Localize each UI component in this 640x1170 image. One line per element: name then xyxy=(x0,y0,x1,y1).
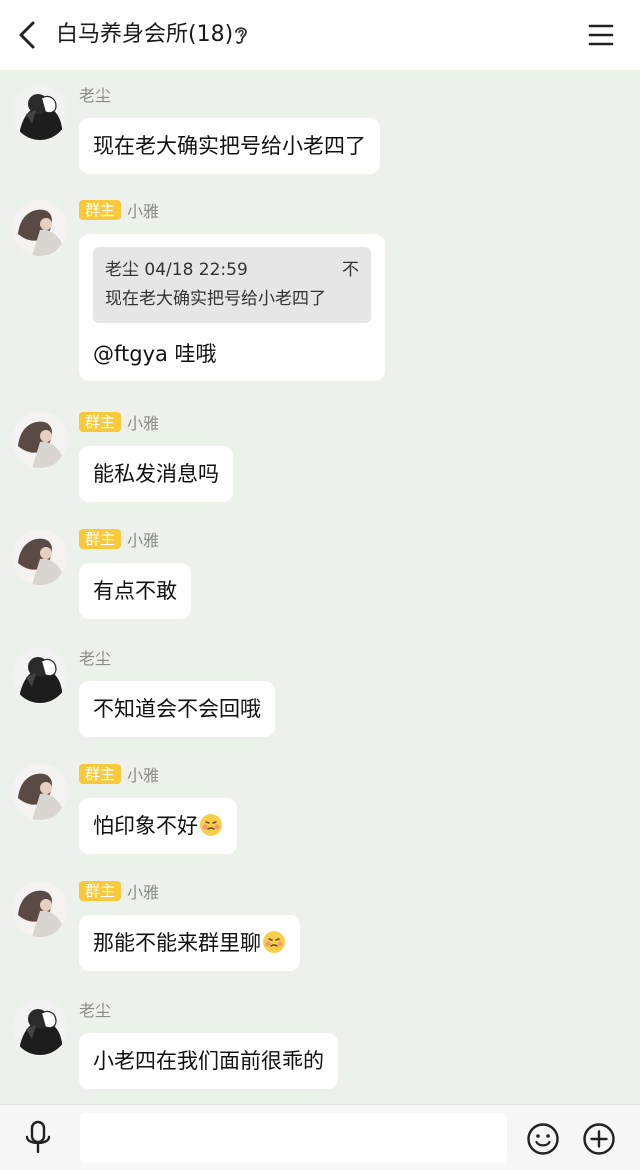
sender-name: 小雅 xyxy=(127,766,160,785)
sender-name: 老尘 xyxy=(79,649,112,668)
message-bubble[interactable]: 能私发消息吗 xyxy=(79,446,233,502)
message-bubble[interactable]: 不知道会不会回哦 xyxy=(79,681,275,737)
owner-badge: 群主 xyxy=(79,529,122,549)
message-bubble[interactable]: 现在老大确实把号给小老四了 xyxy=(79,118,380,174)
avatar[interactable] xyxy=(12,647,68,703)
message-text: 现在老大确实把号给小老四了 xyxy=(93,134,366,158)
message-meta: 群主 小雅 xyxy=(79,527,159,551)
microphone-icon[interactable] xyxy=(22,1119,54,1157)
smiley-icon[interactable] xyxy=(526,1122,560,1156)
shy-face-emoji xyxy=(263,931,285,953)
message-text: 能私发消息吗 xyxy=(93,462,219,486)
avatar[interactable] xyxy=(12,764,68,820)
sender-name: 老尘 xyxy=(79,86,112,105)
message-text: 有点不敢 xyxy=(93,579,177,603)
message-text: 那能不能来群里聊 xyxy=(93,931,261,955)
avatar[interactable] xyxy=(12,999,68,1055)
shy-face-emoji xyxy=(200,814,222,836)
group-title: 白马养身会所(18) xyxy=(56,22,234,47)
avatar[interactable] xyxy=(12,84,68,140)
plus-circle-icon[interactable] xyxy=(582,1122,616,1156)
sender-name: 小雅 xyxy=(127,531,160,550)
owner-badge: 群主 xyxy=(79,881,122,901)
message-text: @ftgya 哇哦 xyxy=(93,342,217,366)
quoted-message[interactable]: 老尘 04/18 22:59 不 现在老大确实把号给小老四了 xyxy=(93,247,371,323)
message-meta: 群主 小雅 xyxy=(79,762,159,786)
sender-name: 小雅 xyxy=(127,414,160,433)
sender-name: 老尘 xyxy=(79,1001,112,1020)
sender-name: 小雅 xyxy=(127,883,160,902)
owner-badge: 群主 xyxy=(79,200,122,220)
ear-icon[interactable] xyxy=(232,24,250,46)
avatar[interactable] xyxy=(12,200,68,256)
input-bar xyxy=(0,1104,640,1170)
chat-header: 白马养身会所(18) xyxy=(0,0,640,70)
message-input[interactable] xyxy=(80,1113,507,1163)
message-bubble[interactable]: 有点不敢 xyxy=(79,563,191,619)
message-bubble[interactable]: 老尘 04/18 22:59 不 现在老大确实把号给小老四了 @ftgya 哇哦 xyxy=(79,234,385,381)
chevron-left-icon[interactable] xyxy=(14,18,44,52)
hamburger-menu-icon[interactable] xyxy=(586,20,616,50)
message-meta: 老尘 xyxy=(79,82,111,106)
message-list[interactable]: 老尘 现在老大确实把号给小老四了 群主 小雅 老尘 04/18 22:59 不 … xyxy=(0,70,640,1104)
message-text: 不知道会不会回哦 xyxy=(93,697,261,721)
quote-header: 老尘 04/18 22:59 xyxy=(105,260,248,280)
avatar[interactable] xyxy=(12,412,68,468)
message-bubble[interactable]: 小老四在我们面前很乖的 xyxy=(79,1033,338,1089)
avatar[interactable] xyxy=(12,881,68,937)
message-meta: 老尘 xyxy=(79,645,111,669)
message-bubble[interactable]: 那能不能来群里聊 xyxy=(79,915,300,971)
message-text: 怕印象不好 xyxy=(93,814,198,838)
message-text: 小老四在我们面前很乖的 xyxy=(93,1049,324,1073)
message-meta: 群主 小雅 xyxy=(79,198,159,222)
message-bubble[interactable]: 怕印象不好 xyxy=(79,798,237,854)
message-meta: 老尘 xyxy=(79,997,111,1021)
owner-badge: 群主 xyxy=(79,764,122,784)
message-meta: 群主 小雅 xyxy=(79,879,159,903)
owner-badge: 群主 xyxy=(79,412,122,432)
quote-marker: 不 xyxy=(342,260,359,280)
message-meta: 群主 小雅 xyxy=(79,410,159,434)
quote-body: 现在老大确实把号给小老四了 xyxy=(105,289,326,309)
sender-name: 小雅 xyxy=(127,202,160,221)
avatar[interactable] xyxy=(12,529,68,585)
